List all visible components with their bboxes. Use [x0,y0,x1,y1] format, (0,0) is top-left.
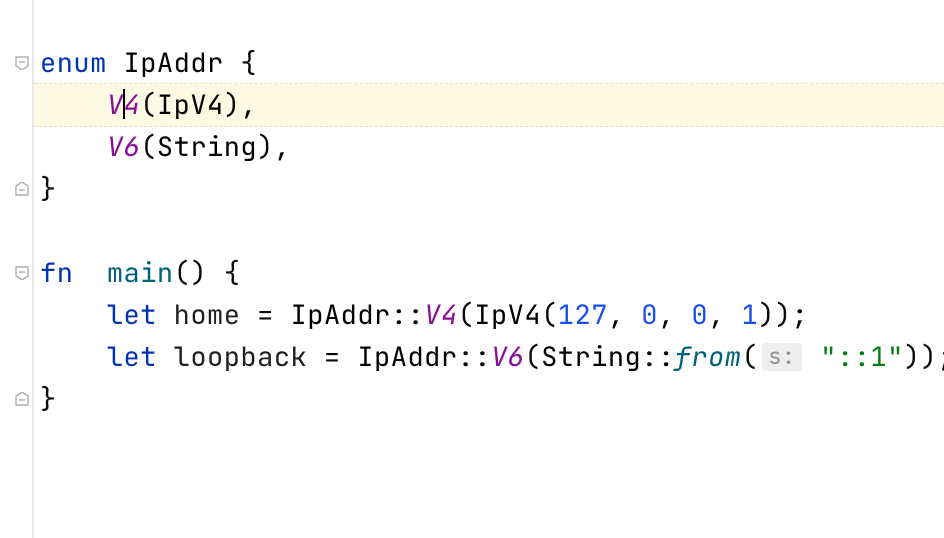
variable: home [174,297,241,333]
enum-variant: V6 [107,129,140,165]
type-name: String [541,339,641,375]
type-name: IpAddr [124,45,224,81]
fold-open-icon[interactable] [14,265,30,281]
keyword: enum [40,45,107,81]
string-literal: "::1" [820,339,904,375]
keyword: fn [40,255,73,291]
code-line-active[interactable]: V4(IpV4), [34,83,944,127]
keyword: let [107,297,157,333]
code-line[interactable]: let home = IpAddr::V4(IpV4(127, 0, 0, 1)… [34,294,944,336]
type-name: IpAddr [357,339,457,375]
fold-open-icon[interactable] [14,55,30,71]
keyword: let [107,339,157,375]
inlay-hint: s: [762,343,801,371]
fold-close-icon[interactable] [14,181,30,197]
code-line[interactable]: } [34,378,944,420]
type-name: String [157,129,257,165]
enum-variant: V4 [424,297,457,333]
code-line[interactable]: fn main() { [34,252,944,294]
brace: { [224,45,257,81]
variable: loopback [174,339,308,375]
function-name: main [107,255,174,291]
enum-variant: V [107,87,124,123]
type-name: IpV4 [474,297,541,333]
type-name: IpAddr [291,297,391,333]
type-name: IpV4 [157,87,224,123]
code-area[interactable]: enum IpAddr { V4(IpV4), V6(String), } fn… [34,0,944,538]
brace: } [40,381,57,417]
code-line[interactable]: } [34,168,944,210]
fold-close-icon[interactable] [14,391,30,407]
number: 1 [742,297,759,333]
code-line[interactable] [34,210,944,252]
number: 0 [641,297,658,333]
enum-variant: 4 [124,87,141,123]
gutter [0,0,34,538]
code-line[interactable]: let loopback = IpAddr::V6(String::from(s… [34,336,944,378]
enum-variant: V6 [491,339,524,375]
brace: } [40,171,57,207]
code-line[interactable]: enum IpAddr { [34,42,944,84]
code-line[interactable]: V6(String), [34,126,944,168]
number: 0 [691,297,708,333]
number: 127 [558,297,608,333]
function-call: from [675,339,742,375]
code-editor[interactable]: enum IpAddr { V4(IpV4), V6(String), } fn… [0,0,944,538]
